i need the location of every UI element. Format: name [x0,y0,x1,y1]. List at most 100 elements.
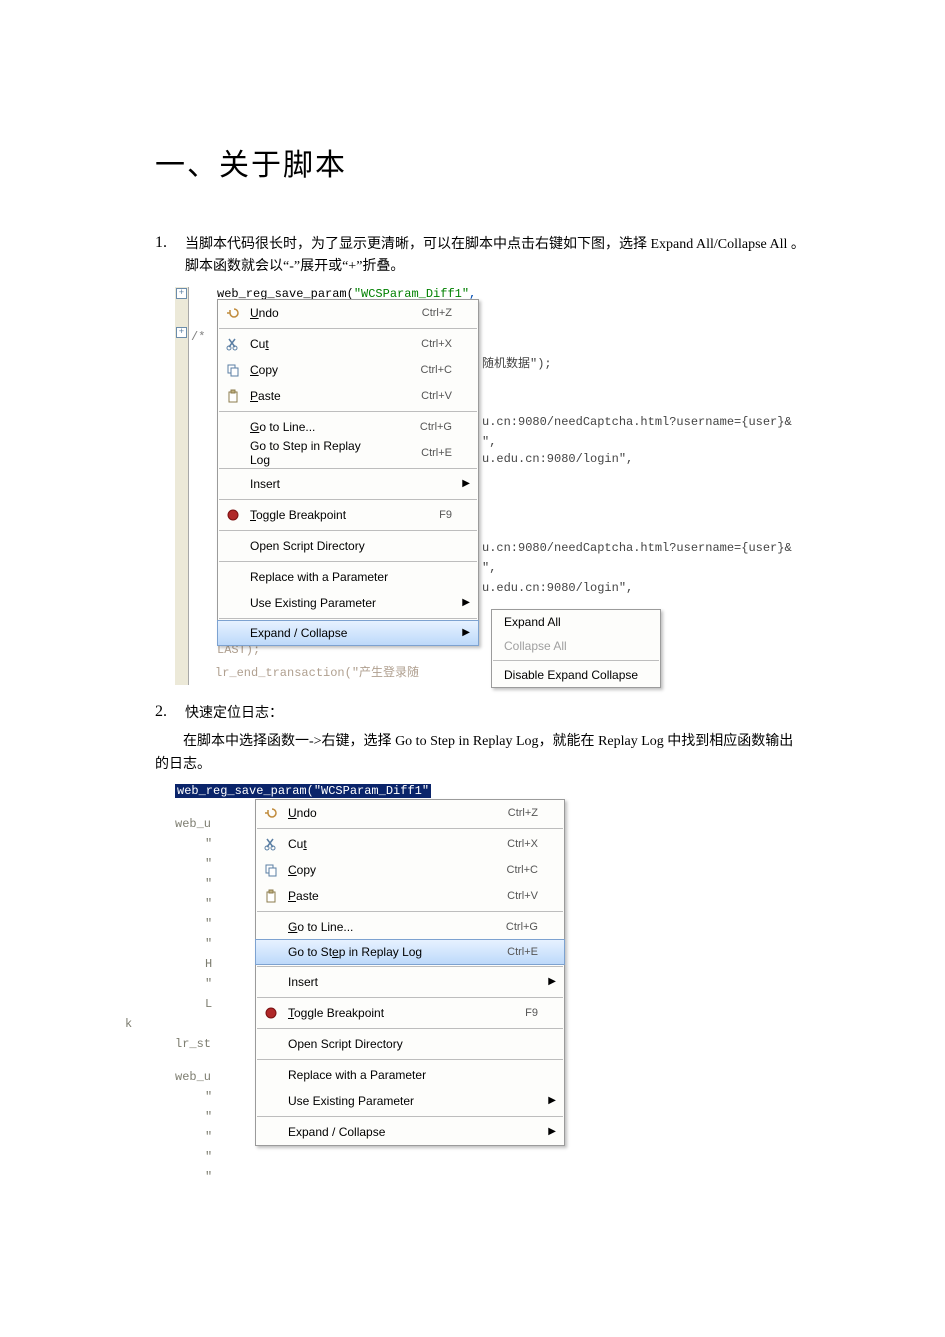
shortcut: F9 [490,1007,538,1019]
submenu-collapse-all[interactable]: Collapse All [492,634,660,658]
label: Copy [250,363,376,377]
code-selected: web_reg_save_param("WCSParam_Diff1" [175,784,431,798]
label: Expand / Collapse [288,1125,538,1139]
breakpoint-icon [224,506,242,524]
code-line: " [205,857,212,871]
label: Expand All [504,615,638,629]
separator [219,468,477,469]
screenshot-expand-collapse: + + web_reg_save_param("WCSParam_Diff1",… [175,287,815,687]
separator [219,411,477,412]
menu-replace-param[interactable]: Replace with a Parameter [256,1062,564,1088]
context-menu-2: Undo Ctrl+Z Cut Ctrl+X Copy Ctrl+C Paste… [255,799,565,1146]
code-line: " [205,937,212,951]
label: Insert [288,975,538,989]
code-frag: u.edu.cn:9080/login", [482,452,633,466]
separator [219,618,477,619]
menu-undo[interactable]: Undo Ctrl+Z [256,800,564,826]
code-line: " [205,1110,212,1124]
code-line: k [125,1017,132,1031]
page-title: 一、关于脚本 [155,140,805,184]
chevron-right-icon: ▶ [462,597,470,608]
breakpoint-icon [262,1004,280,1022]
separator [219,561,477,562]
context-menu: UUndondo Ctrl+Z Cut Ctrl+X Copy Ctrl+C [217,299,479,646]
separator [257,1116,563,1117]
copy-icon [262,861,280,879]
menu-replace-param[interactable]: Replace with a Parameter [218,564,478,590]
menu-undo[interactable]: UUndondo Ctrl+Z [218,300,478,326]
code-line: web_u [175,817,211,831]
label: Open Script Directory [250,539,452,553]
menu-open-dir[interactable]: Open Script Directory [218,533,478,559]
menu-expand-collapse[interactable]: Expand / Collapse ▶ [256,1119,564,1145]
label: Open Script Directory [288,1037,538,1051]
menu-cut[interactable]: Cut Ctrl+X [256,831,564,857]
menu-paste[interactable]: Paste Ctrl+V [256,883,564,909]
separator [257,828,563,829]
submenu-expand: Expand All Collapse All Disable Expand C… [491,609,661,688]
label: Use Existing Parameter [250,596,452,610]
label: Cut [250,337,376,351]
label: Replace with a Parameter [288,1068,538,1082]
menu-use-param[interactable]: Use Existing Parameter ▶ [256,1088,564,1114]
menu-insert[interactable]: Insert ▶ [256,969,564,995]
chevron-right-icon: ▶ [462,627,470,638]
text-2-l1: 快速定位日志： [185,706,283,721]
label: Go to Line... [250,420,376,434]
menu-cut[interactable]: Cut Ctrl+X [218,331,478,357]
menu-insert[interactable]: Insert ▶ [218,471,478,497]
shortcut: F9 [404,509,452,521]
separator [257,997,563,998]
label: Replace with a Parameter [250,570,452,584]
menu-goto-step[interactable]: Go to Step in Replay Log Ctrl+E [218,440,478,466]
list-item-2: 2. 快速定位日志： [155,703,805,725]
chevron-right-icon: ▶ [548,1126,556,1137]
code-area: web_reg_save_param("WCSParam_Diff1", /* … [189,287,815,685]
shortcut: Ctrl+Z [404,307,452,319]
separator [257,1028,563,1029]
fold-plus-icon[interactable]: + [176,327,187,338]
undo-icon [262,804,280,822]
code-comment-marker: /* [191,330,205,344]
code-line: " [205,837,212,851]
menu-toggle-bp[interactable]: Toggle Breakpoint F9 [256,1000,564,1026]
shortcut: Ctrl+X [490,838,538,850]
fold-plus-icon[interactable]: + [176,288,187,299]
separator [257,1059,563,1060]
code-line: web_u [175,1070,211,1084]
code-line: " [205,1150,212,1164]
label: Go to Line... [288,920,462,934]
code-frag: lr_end_transaction("产生登录随 [215,663,419,680]
list-number: 1. [155,234,185,279]
submenu-disable[interactable]: Disable Expand Collapse [492,663,660,687]
chevron-right-icon: ▶ [548,1095,556,1106]
label: Copy [288,863,462,877]
label: UUndondo [250,306,376,320]
cut-icon [224,335,242,353]
menu-open-dir[interactable]: Open Script Directory [256,1031,564,1057]
paste-icon [224,387,242,405]
submenu-expand-all[interactable]: Expand All [492,610,660,634]
separator [493,660,659,661]
label: Insert [250,477,452,491]
menu-copy[interactable]: Copy Ctrl+C [256,857,564,883]
menu-copy[interactable]: Copy Ctrl+C [218,357,478,383]
label: Toggle Breakpoint [250,508,376,522]
undo-icon [224,304,242,322]
separator [257,911,563,912]
menu-expand-collapse[interactable]: Expand / Collapse ▶ [217,620,479,646]
text-1b: Expand All/Collapse All [651,237,788,252]
menu-toggle-bp[interactable]: Toggle Breakpoint F9 [218,502,478,528]
text-2b: Go to Step in Replay Log [395,734,539,749]
code-line: " [205,1130,212,1144]
menu-goto-step[interactable]: Go to Step in Replay Log Ctrl+E [255,939,565,965]
menu-use-param[interactable]: Use Existing Parameter ▶ [218,590,478,616]
menu-paste[interactable]: Paste Ctrl+V [218,383,478,409]
label: Expand / Collapse [250,626,452,640]
code-frag: ", [482,435,496,449]
shortcut: Ctrl+V [404,390,452,402]
label: Undo [288,806,462,820]
menu-goto-line[interactable]: Go to Line... Ctrl+G [256,914,564,940]
code-frag: 随机数据"); [482,354,552,371]
menu-goto-line[interactable]: Go to Line... Ctrl+G [218,414,478,440]
